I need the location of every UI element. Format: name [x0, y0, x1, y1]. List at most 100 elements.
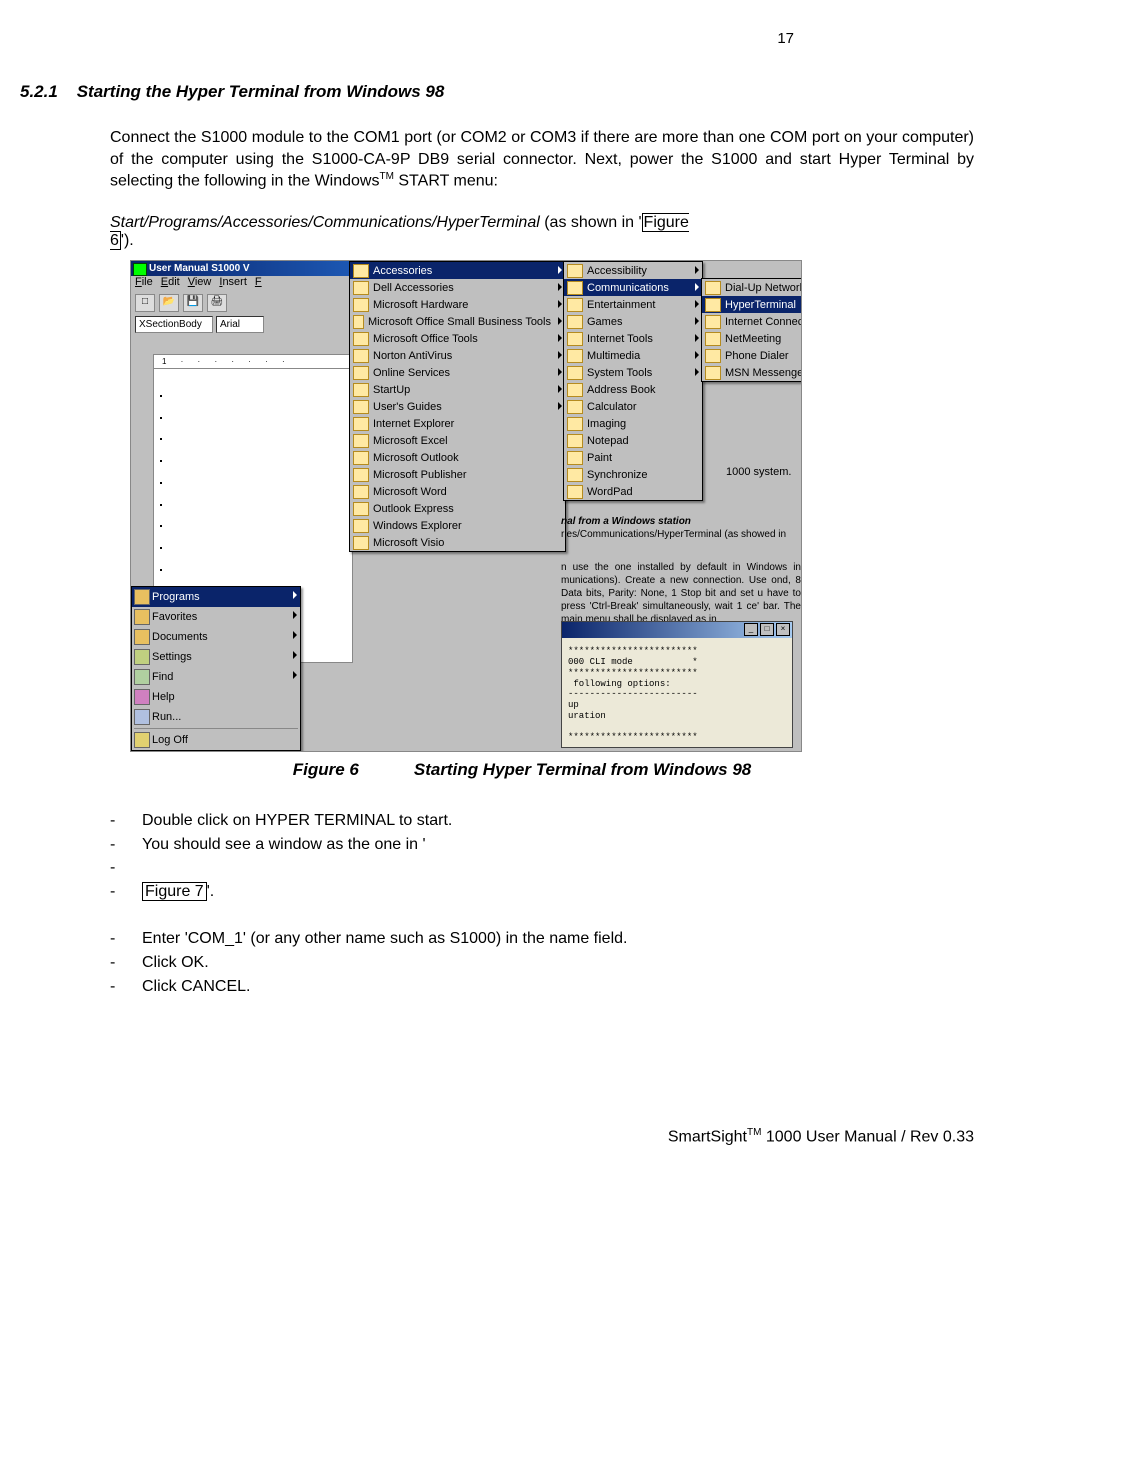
menu-item[interactable]: Microsoft Outlook — [350, 449, 565, 466]
menu-item[interactable]: Microsoft Hardware — [350, 296, 565, 313]
menu-item-label: Norton AntiVirus — [373, 350, 452, 362]
folder-icon — [353, 502, 369, 516]
page-footer: SmartSightTM 1000 User Manual / Rev 0.33 — [20, 1127, 974, 1146]
menubar-item[interactable]: F — [255, 276, 262, 288]
menu-item-label: HyperTerminal — [725, 299, 796, 311]
figure7-link[interactable]: Figure 7 — [142, 882, 207, 901]
word-toolbar-3[interactable] — [131, 334, 351, 355]
menu-item[interactable]: Online Services — [350, 364, 565, 381]
menu-item[interactable]: Phone Dialer — [702, 347, 802, 364]
menu-item[interactable]: Norton AntiVirus — [350, 347, 565, 364]
bg-heading: nal from a Windows station — [561, 516, 801, 527]
programs-menu[interactable]: AccessoriesDell Accessories Microsoft Har… — [349, 261, 566, 552]
menu-item[interactable]: Internet Connection Wizard — [702, 313, 802, 330]
menu-item[interactable]: Run... — [132, 707, 300, 727]
folder-icon — [567, 366, 583, 380]
app-icon — [133, 263, 147, 276]
menu-item[interactable]: Internet Explorer — [350, 415, 565, 432]
menu-item[interactable]: Microsoft Publisher — [350, 466, 565, 483]
bullet-4-trail: '. — [207, 883, 215, 900]
menu-item[interactable]: Settings — [132, 647, 300, 667]
folder-icon — [353, 264, 369, 278]
menu-item[interactable]: Dell Accessories — [350, 279, 565, 296]
folder-icon — [353, 298, 369, 312]
start-menu[interactable]: ProgramsFavoritesDocumentsSettingsFindHe… — [131, 586, 301, 751]
menu-item[interactable]: NetMeeting — [702, 330, 802, 347]
menu-item[interactable]: Synchronize — [564, 466, 702, 483]
close-icon[interactable]: × — [776, 623, 790, 636]
menu-item[interactable]: Entertainment — [564, 296, 702, 313]
word-menubar[interactable]: File Edit View Insert F — [131, 276, 355, 293]
menu-item[interactable]: Imaging — [564, 415, 702, 432]
menu-item[interactable]: Log Off — [132, 730, 300, 750]
bullet-3 — [110, 857, 974, 879]
menu-item[interactable]: MSN Messenger Service — [702, 364, 802, 381]
menu-item[interactable]: Multimedia — [564, 347, 702, 364]
menu-item[interactable]: Help — [132, 687, 300, 707]
menu-item-label: Address Book — [587, 384, 655, 396]
menu-item[interactable]: Microsoft Office Tools — [350, 330, 565, 347]
menu-item-label: Communications — [587, 282, 669, 294]
new-icon[interactable]: □ — [135, 294, 155, 312]
minimize-icon[interactable]: _ — [744, 623, 758, 636]
menu-item[interactable]: Paint — [564, 449, 702, 466]
menu-item[interactable]: Microsoft Office Small Business Tools — [350, 313, 565, 330]
open-icon[interactable]: 📂 — [159, 294, 179, 312]
menu-item[interactable]: HyperTerminal — [702, 296, 802, 313]
menu-item[interactable]: Documents — [132, 627, 300, 647]
menu-item-label: Run... — [152, 711, 181, 723]
menu-item[interactable]: System Tools — [564, 364, 702, 381]
menu-item[interactable]: Calculator — [564, 398, 702, 415]
menu-item-label: Calculator — [587, 401, 637, 413]
word-toolbar-2[interactable]: XSectionBody Arial — [131, 314, 355, 335]
menu-item[interactable]: Favorites — [132, 607, 300, 627]
communications-menu[interactable]: Dial-Up Networking HyperTerminal Internet … — [701, 278, 802, 382]
menu-item-label: Microsoft Hardware — [373, 299, 468, 311]
submenu-arrow-icon — [558, 317, 562, 325]
save-icon[interactable]: 💾 — [183, 294, 203, 312]
bg-para: n use the one installed by default in Wi… — [561, 561, 801, 626]
font-combo[interactable]: Arial — [216, 316, 264, 333]
maximize-icon[interactable]: □ — [760, 623, 774, 636]
folder-icon — [134, 589, 150, 605]
window-controls[interactable]: _ □ × — [562, 622, 792, 638]
menu-item[interactable]: Accessibility — [564, 262, 702, 279]
menu-item-label: System Tools — [587, 367, 652, 379]
menu-item[interactable]: Find — [132, 667, 300, 687]
menu-item[interactable]: Games — [564, 313, 702, 330]
menu-item[interactable]: Address Book — [564, 381, 702, 398]
figure-6-caption: Figure 6Starting Hyper Terminal from Win… — [20, 760, 1024, 780]
menubar-item[interactable]: Insert — [219, 276, 247, 288]
print-icon[interactable]: 🖨 — [207, 294, 227, 312]
menu-item-label: Imaging — [587, 418, 626, 430]
menu-item[interactable]: Accessories — [350, 262, 565, 279]
menu-item[interactable]: Microsoft Excel — [350, 432, 565, 449]
menu-item[interactable]: Outlook Express — [350, 500, 565, 517]
folder-icon — [353, 519, 369, 533]
menu-item-label: Synchronize — [587, 469, 648, 481]
folder-icon — [567, 298, 583, 312]
submenu-arrow-icon — [558, 334, 562, 342]
footer-tm: TM — [747, 1127, 761, 1138]
hyperterminal-window: _ □ × ************************ 000 CLI m… — [561, 621, 793, 748]
menubar-item[interactable]: File — [135, 276, 153, 288]
menubar-item[interactable]: Edit — [161, 276, 180, 288]
style-combo[interactable]: XSectionBody — [135, 316, 213, 333]
menu-item[interactable]: Dial-Up Networking — [702, 279, 802, 296]
accessories-menu[interactable]: Accessibility Communications Entertainment… — [563, 261, 703, 501]
menu-item[interactable]: Communications — [564, 279, 702, 296]
menu-item[interactable]: Programs — [132, 587, 300, 607]
menu-item[interactable]: Internet Tools — [564, 330, 702, 347]
menu-item[interactable]: Windows Explorer — [350, 517, 565, 534]
menu-item-label: Multimedia — [587, 350, 640, 362]
menu-item[interactable]: Microsoft Visio — [350, 534, 565, 551]
menu-item[interactable]: StartUp — [350, 381, 565, 398]
menu-item[interactable]: Notepad — [564, 432, 702, 449]
menu-item[interactable]: User's Guides — [350, 398, 565, 415]
paragraph-1: Connect the S1000 module to the COM1 por… — [110, 127, 974, 192]
menubar-item[interactable]: View — [188, 276, 212, 288]
menu-item[interactable]: Microsoft Word — [350, 483, 565, 500]
menu-item[interactable]: WordPad — [564, 483, 702, 500]
word-toolbar-1[interactable]: □ 📂 💾 🖨 — [131, 292, 355, 315]
submenu-arrow-icon — [695, 368, 699, 376]
